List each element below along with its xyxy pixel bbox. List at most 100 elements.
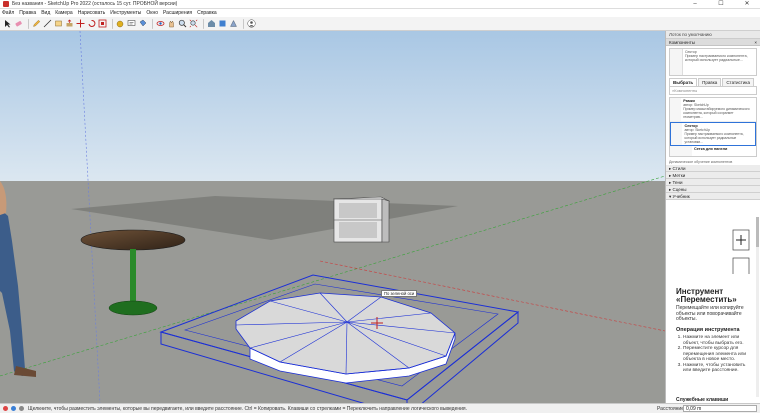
list-item[interactable]: Сектор автор: SketchUp Пример настраиваемо…	[670, 122, 756, 146]
menu-camera[interactable]: Камера	[55, 10, 72, 16]
menu-bar: Файл Правка Вид Камера Нарисовать Инстру…	[0, 9, 760, 17]
menu-help[interactable]: Справка	[197, 10, 217, 16]
step-item: Нажмите на элемент или объект, чтобы выб…	[683, 335, 749, 346]
section-icon[interactable]	[229, 19, 238, 28]
eraser-icon[interactable]	[14, 19, 23, 28]
components-header-label: Компоненты	[669, 40, 695, 45]
menu-extensions[interactable]: Расширения	[163, 10, 192, 16]
move-icon[interactable]	[76, 19, 85, 28]
tab-statistics[interactable]: Статистика	[722, 78, 754, 86]
close-button[interactable]: ✕	[734, 0, 760, 9]
component-thumbnail	[670, 49, 683, 75]
section-tutorial[interactable]: ▾ Учебник	[666, 193, 760, 200]
component-thumbnail	[670, 98, 682, 121]
text-icon[interactable]	[127, 19, 136, 28]
step-item: Нажмите, чтобы установить или введите ра…	[683, 363, 749, 374]
instructor-panel: Инструмент «Переместить» Перемещайте или…	[666, 214, 760, 403]
minimize-button[interactable]: –	[682, 0, 708, 9]
status-bar: Щелкните, чтобы разместить элементы, кот…	[0, 403, 760, 413]
component-list: Рамки автор: SketchUp Пример масштабируемо…	[669, 97, 757, 157]
instructor-illustration	[732, 229, 750, 274]
pencil-icon[interactable]	[32, 19, 41, 28]
instructor-steps: Нажмите на элемент или объект, чтобы выб…	[683, 335, 749, 374]
toolbar-divider	[203, 18, 204, 29]
operation-title: Операция инструмента	[676, 327, 740, 333]
section-styles[interactable]: ▸ Стили	[666, 165, 760, 172]
credits-icon[interactable]	[11, 406, 16, 411]
step-item: Переместите курсор для перемещения элеме…	[683, 346, 749, 363]
scrollbar-thumb[interactable]	[756, 217, 759, 247]
scene-canvas[interactable]	[0, 31, 665, 403]
toolbar-divider	[152, 18, 153, 29]
inference-tooltip: По зеленой оси	[381, 290, 418, 297]
tab-edit[interactable]: Правка	[698, 78, 722, 86]
item-desc: Пример масштабируемого динамического ком…	[683, 107, 750, 119]
shelf-model[interactable]	[332, 196, 391, 243]
list-item[interactable]: Сетка для панели	[670, 146, 756, 156]
select-icon[interactable]	[3, 19, 12, 28]
toolbar-divider	[28, 18, 29, 29]
close-icon[interactable]: ×	[754, 39, 757, 45]
tape-measure-icon[interactable]	[116, 19, 125, 28]
toolbar-divider	[243, 18, 244, 29]
menu-edit[interactable]: Правка	[19, 10, 36, 16]
rectangle-icon[interactable]	[54, 19, 63, 28]
preview-desc: Пример настраиваемого компонента, которы…	[684, 54, 748, 63]
zoom-icon[interactable]	[178, 19, 187, 28]
line-icon[interactable]	[43, 19, 52, 28]
component-thumbnail	[670, 146, 692, 156]
search-placeholder: Компоненты	[674, 88, 698, 93]
tray-scrollbar[interactable]	[756, 217, 759, 397]
measurements-label: Расстояние	[657, 406, 685, 412]
section-label: Сцены	[672, 187, 687, 192]
user-icon[interactable]	[247, 19, 256, 28]
scale-icon[interactable]	[98, 19, 107, 28]
menu-draw[interactable]: Нарисовать	[78, 10, 105, 16]
menu-window[interactable]: Окно	[146, 10, 158, 16]
section-label: Метки	[672, 173, 686, 178]
toolbar-divider	[112, 18, 113, 29]
model-viewport[interactable]: По зеленой оси	[0, 31, 665, 403]
section-label: Стили	[672, 166, 686, 171]
section-label: Тени	[672, 180, 683, 185]
window-controls: – ☐ ✕	[682, 0, 760, 9]
menu-file[interactable]: Файл	[2, 10, 14, 16]
help-icon[interactable]	[19, 406, 24, 411]
measurements-input[interactable]: 0,09 m	[683, 405, 757, 412]
section-label: Учебник	[672, 194, 690, 199]
sky-background	[0, 31, 665, 186]
zoom-extents-icon[interactable]	[189, 19, 198, 28]
rotate-icon[interactable]	[87, 19, 96, 28]
main-toolbar	[0, 17, 760, 31]
extension-icon[interactable]	[218, 19, 227, 28]
maximize-button[interactable]: ☐	[708, 0, 734, 9]
status-message: Щелкните, чтобы разместить элементы, кот…	[28, 405, 468, 412]
orbit-icon[interactable]	[156, 19, 165, 28]
push-pull-icon[interactable]	[65, 19, 74, 28]
tray-title: Лоток по умолчанию	[666, 31, 760, 39]
window-title: Без названия - SketchUp Pro 2022 (остало…	[12, 1, 178, 7]
geo-location-icon[interactable]	[3, 406, 8, 411]
warehouse-icon[interactable]	[207, 19, 216, 28]
component-preview: Сектор Пример настраиваемого компонента,…	[669, 48, 757, 76]
instructor-desc: Перемещайте или копируйте объекты или по…	[676, 305, 744, 322]
section-shadows[interactable]: ▸ Тени	[666, 179, 760, 186]
list-item[interactable]: Рамки автор: SketchUp Пример масштабируемо…	[670, 98, 756, 122]
components-tabs: Выбрать Правка Статистика	[669, 78, 757, 86]
item-name: Сетка для панели	[694, 147, 728, 151]
item-desc: Пример настраиваемого компонента, которы…	[684, 132, 744, 144]
components-header[interactable]: Компоненты ×	[666, 39, 760, 46]
menu-tools[interactable]: Инструменты	[110, 10, 141, 16]
title-bar: Без названия - SketchUp Pro 2022 (остало…	[0, 0, 760, 9]
pan-icon[interactable]	[167, 19, 176, 28]
component-search-input[interactable]: ⌕ Компоненты	[669, 86, 757, 95]
component-thumbnail	[671, 123, 683, 145]
section-scenes[interactable]: ▸ Сцены	[666, 186, 760, 193]
tab-select[interactable]: Выбрать	[669, 78, 698, 86]
menu-view[interactable]: Вид	[41, 10, 50, 16]
instructor-title: Инструмент «Переместить»	[676, 287, 737, 304]
paint-bucket-icon[interactable]	[138, 19, 147, 28]
sketchup-logo-icon	[3, 1, 9, 7]
default-tray: Лоток по умолчанию Компоненты × Сектор П…	[665, 31, 760, 403]
section-tags[interactable]: ▸ Метки	[666, 172, 760, 179]
